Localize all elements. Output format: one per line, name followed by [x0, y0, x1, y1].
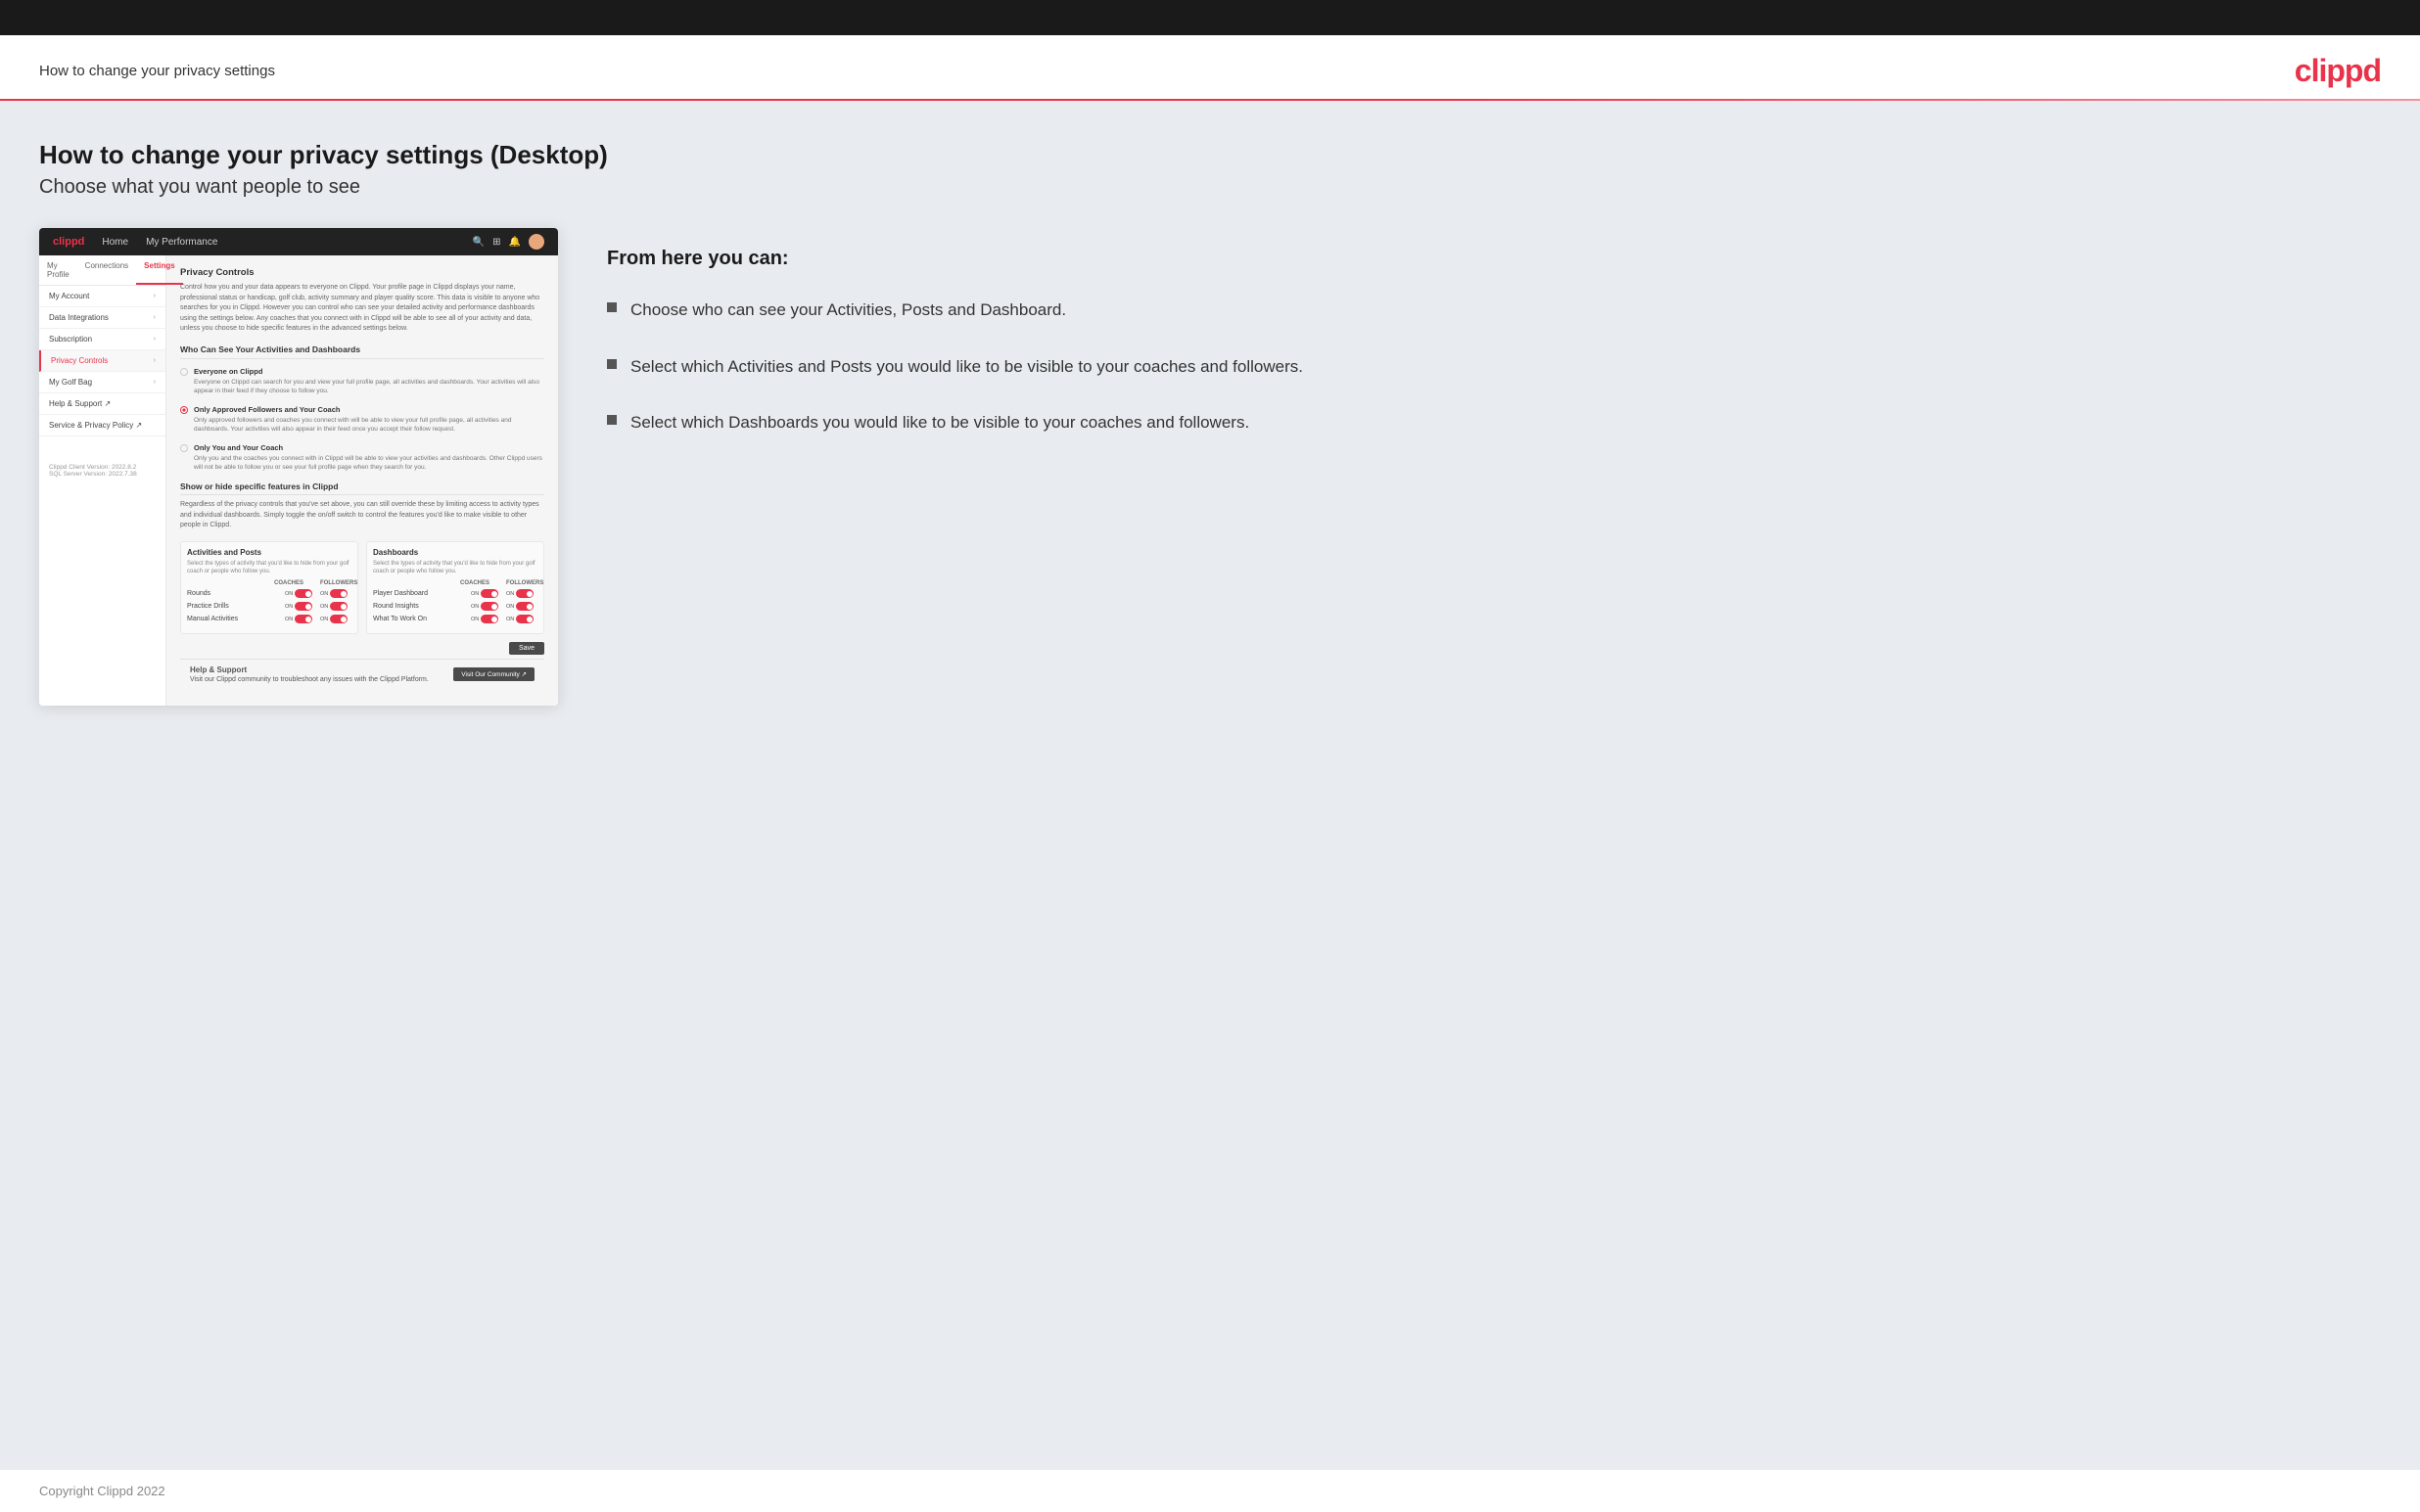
bullet-text-1: Choose who can see your Activities, Post… [630, 298, 1066, 323]
mock-radio-everyone: Everyone on Clippd Everyone on Clippd ca… [180, 367, 544, 395]
mock-toggle-rounds-followers: ON [320, 589, 351, 598]
content-title: How to change your privacy settings (Des… [39, 140, 2381, 170]
mock-row-whattoon: What To Work On ON ON [373, 615, 537, 623]
footer-copyright: Copyright Clippd 2022 [39, 1484, 165, 1498]
mock-chevron-golf: › [154, 379, 156, 386]
two-col-layout: clippd Home My Performance 🔍 ⊞ 🔔 My Prof… [39, 228, 2381, 706]
mock-sidebar-tabs: My Profile Connections Settings [39, 255, 165, 286]
mock-toggle-rounds-coaches: ON [285, 589, 316, 598]
mock-sidebar-data: Data Integrations › [39, 307, 165, 329]
main-content: How to change your privacy settings (Des… [0, 101, 2420, 1470]
mock-toggle-manual-coaches: ON [285, 615, 316, 623]
mock-dashboards-desc: Select the types of activity that you'd … [373, 560, 537, 576]
header: How to change your privacy settings clip… [0, 35, 2420, 99]
mock-sidebar-help: Help & Support ↗ [39, 393, 165, 415]
mock-row-rounds: Rounds ON ON [187, 589, 351, 598]
mock-row-playerdash: Player Dashboard ON ON [373, 589, 537, 598]
mock-toggle-drills-followers: ON [320, 602, 351, 611]
mock-col-coaches-dashboards: COACHES [459, 580, 490, 586]
mock-toggle-whattoon-followers: ON [506, 615, 537, 623]
bullet-square-2 [607, 359, 617, 369]
mock-body: My Profile Connections Settings My Accou… [39, 255, 558, 706]
mock-toggle-roundinsights-followers: ON [506, 602, 537, 611]
mock-grid-icon: ⊞ [492, 237, 500, 248]
mock-activities-col-header: COACHES FOLLOWERS [187, 580, 351, 586]
mock-sidebar-service: Service & Privacy Policy ↗ [39, 415, 165, 436]
mock-row-drills: Practice Drills ON ON [187, 602, 351, 611]
mock-nav-home: Home [102, 237, 128, 248]
content-subtitle: Choose what you want people to see [39, 176, 2381, 199]
mock-toggle-drills-coaches: ON [285, 602, 316, 611]
mock-col-followers-dashboards: FOLLOWERS [506, 580, 537, 586]
from-here-title: From here you can: [607, 248, 2381, 270]
mock-help-text: Help & Support Visit our Clippd communit… [190, 665, 429, 683]
mock-bell-icon: 🔔 [509, 237, 521, 248]
footer: Copyright Clippd 2022 [0, 1470, 2420, 1512]
header-title: How to change your privacy settings [39, 63, 275, 79]
bullet-item-3: Select which Dashboards you would like t… [607, 410, 2381, 435]
mock-main-panel: Privacy Controls Control how you and you… [166, 255, 558, 706]
bullet-item-1: Choose who can see your Activities, Post… [607, 298, 2381, 323]
mock-sidebar-privacy: Privacy Controls › [39, 350, 165, 372]
mock-col-coaches-activities: COACHES [273, 580, 304, 586]
right-panel: From here you can: Choose who can see yo… [597, 228, 2381, 467]
mock-toggle-roundinsights-coaches: ON [471, 602, 502, 611]
mock-save-row: Save [180, 642, 544, 655]
mock-who-title: Who Can See Your Activities and Dashboar… [180, 344, 544, 359]
mock-save-button[interactable]: Save [509, 642, 544, 655]
mock-nav-performance: My Performance [146, 237, 217, 248]
bullet-square-3 [607, 415, 617, 425]
mock-activities-desc: Select the types of activity that you'd … [187, 560, 351, 576]
mock-toggle-playerdash-followers: ON [506, 589, 537, 598]
top-bar [0, 0, 2420, 35]
mock-chevron-data: › [154, 314, 156, 321]
mock-sidebar-footer: Clippd Client Version: 2022.8.2 SQL Serv… [39, 456, 165, 485]
mock-row-roundinsights: Round Insights ON ON [373, 602, 537, 611]
mock-sidebar-account: My Account › [39, 286, 165, 307]
mock-chevron-privacy: › [154, 357, 156, 364]
mock-tab-connections: Connections [77, 255, 136, 285]
mock-chevron-account: › [154, 293, 156, 299]
mock-toggle-manual-followers: ON [320, 615, 351, 623]
screenshot-mockup: clippd Home My Performance 🔍 ⊞ 🔔 My Prof… [39, 228, 558, 706]
mock-description: Control how you and your data appears to… [180, 283, 544, 335]
mock-logo: clippd [53, 236, 84, 248]
mock-nav-icons: 🔍 ⊞ 🔔 [473, 234, 544, 250]
mock-sidebar: My Profile Connections Settings My Accou… [39, 255, 166, 706]
bullet-square-1 [607, 302, 617, 312]
mock-row-manual: Manual Activities ON ON [187, 615, 351, 623]
mock-dashboards-title: Dashboards [373, 548, 537, 557]
mock-section-title: Privacy Controls [180, 267, 544, 278]
mock-help-row: Help & Support Visit our Clippd communit… [180, 659, 544, 689]
mock-chevron-sub: › [154, 336, 156, 343]
mock-toggles-section: Show or hide specific features in Clippd… [180, 481, 544, 655]
mock-sidebar-golfbag: My Golf Bag › [39, 372, 165, 393]
bullet-text-3: Select which Dashboards you would like t… [630, 410, 1249, 435]
mock-toggle-whattoon-coaches: ON [471, 615, 502, 623]
mock-col-followers-activities: FOLLOWERS [320, 580, 351, 586]
mock-sidebar-subscription: Subscription › [39, 329, 165, 350]
mock-help-button[interactable]: Visit Our Community ↗ [453, 667, 535, 681]
mock-showhide-desc: Regardless of the privacy controls that … [180, 500, 544, 531]
mock-dashboards-panel: Dashboards Select the types of activity … [366, 541, 544, 635]
bullet-list: Choose who can see your Activities, Post… [607, 298, 2381, 435]
bullet-item-2: Select which Activities and Posts you wo… [607, 354, 2381, 380]
logo: clippd [2295, 53, 2381, 89]
mock-navbar: clippd Home My Performance 🔍 ⊞ 🔔 [39, 228, 558, 255]
mock-radio-input-everyone [180, 368, 188, 376]
bullet-text-2: Select which Activities and Posts you wo… [630, 354, 1303, 380]
mock-toggles-title: Show or hide specific features in Clippd [180, 481, 544, 495]
mock-radio-input-followers [180, 406, 188, 414]
mock-radio-coach: Only You and Your Coach Only you and the… [180, 443, 544, 472]
mock-search-icon: 🔍 [473, 237, 485, 248]
mock-toggles-grid: Activities and Posts Select the types of… [180, 541, 544, 635]
mock-radio-followers: Only Approved Followers and Your Coach O… [180, 405, 544, 434]
mock-toggle-playerdash-coaches: ON [471, 589, 502, 598]
mock-activities-panel: Activities and Posts Select the types of… [180, 541, 358, 635]
mock-radio-input-coach [180, 444, 188, 452]
mock-activities-title: Activities and Posts [187, 548, 351, 557]
mock-tab-profile: My Profile [39, 255, 77, 285]
mock-dashboards-col-header: COACHES FOLLOWERS [373, 580, 537, 586]
mock-avatar [529, 234, 544, 250]
